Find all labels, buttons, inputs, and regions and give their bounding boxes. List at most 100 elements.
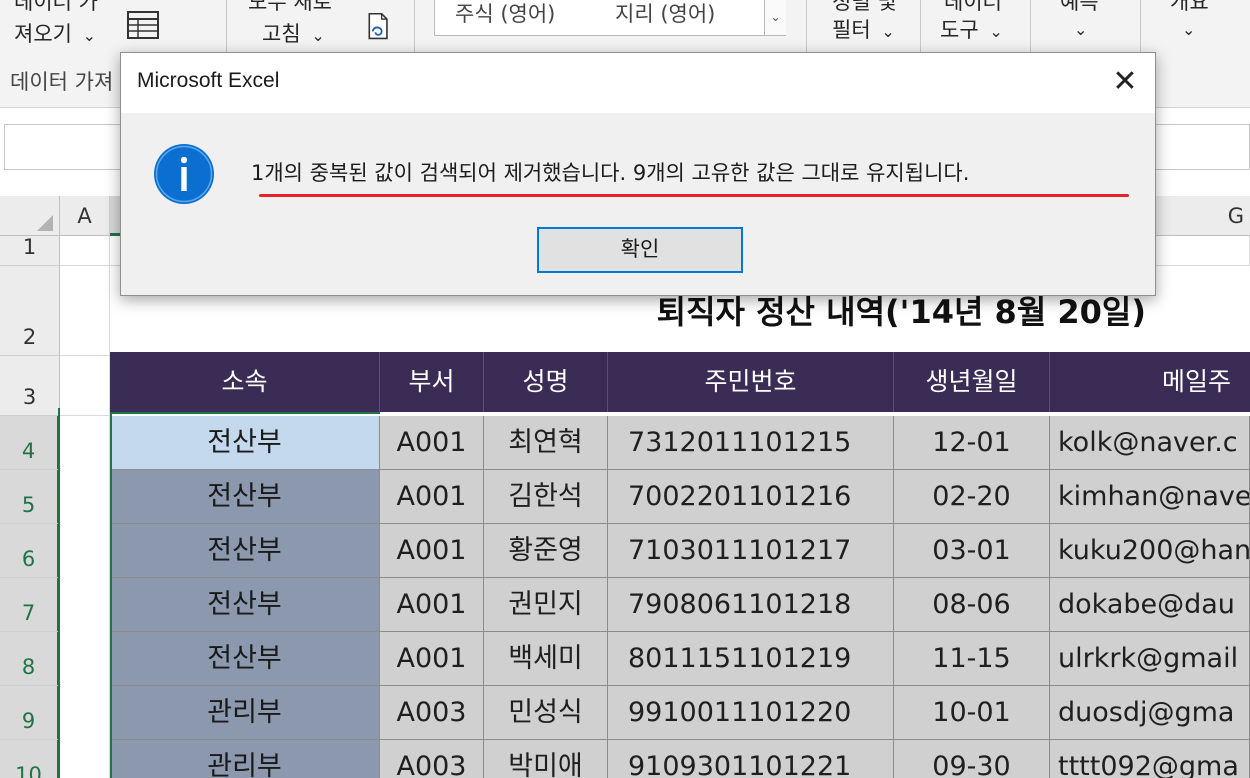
cell-birth-date[interactable]: 08-06 bbox=[894, 578, 1050, 632]
cell-affiliation[interactable]: 전산부 bbox=[110, 416, 380, 470]
cell-email[interactable]: kimhan@nave bbox=[1050, 470, 1250, 524]
sort-filter-button[interactable]: 필터 ⌄ bbox=[832, 18, 895, 44]
ribbon-divider bbox=[414, 0, 415, 58]
chevron-down-icon: ⌄ bbox=[989, 22, 1003, 41]
cell-name[interactable]: 최연혁 bbox=[484, 416, 608, 470]
cell-resident-number[interactable]: 8011151101219 bbox=[608, 632, 894, 686]
cell-resident-number[interactable]: 7002201101216 bbox=[608, 470, 894, 524]
select-all-triangle-icon bbox=[37, 215, 53, 231]
outline-label[interactable]: 개요 bbox=[1170, 0, 1209, 14]
data-tools-label-line1[interactable]: 데이터 bbox=[944, 0, 1002, 14]
row-header-8[interactable]: 8 bbox=[0, 632, 60, 686]
name-box[interactable] bbox=[4, 124, 124, 170]
cell-email[interactable]: kolk@naver.c bbox=[1050, 416, 1250, 470]
sort-filter-label-line1[interactable]: 정렬 및 bbox=[832, 0, 897, 14]
refresh-label-line1[interactable]: 모두 새로 bbox=[248, 0, 332, 14]
cell-affiliation[interactable]: 전산부 bbox=[110, 632, 380, 686]
selection-row-indicator bbox=[58, 408, 60, 778]
row-header-2[interactable]: 2 bbox=[0, 266, 60, 356]
close-icon[interactable]: ✕ bbox=[1095, 53, 1155, 113]
cell-affiliation[interactable]: 관리부 bbox=[110, 686, 380, 740]
dialog-message: 1개의 중복된 값이 검색되어 제거했습니다. 9개의 고유한 값은 그대로 유… bbox=[251, 161, 970, 185]
cell-name[interactable]: 황준영 bbox=[484, 524, 608, 578]
ok-button[interactable]: 확인 bbox=[537, 227, 743, 273]
header-resident-number[interactable]: 주민번호 bbox=[608, 352, 894, 412]
cell-email[interactable]: ulrkrk@gmail bbox=[1050, 632, 1250, 686]
row-header-9[interactable]: 9 bbox=[0, 686, 60, 740]
stocks-data-type[interactable]: 주식 (영어) bbox=[455, 0, 555, 28]
get-data-button[interactable]: 져오기 ⌄ bbox=[14, 22, 96, 48]
data-tools-button[interactable]: 도구 ⌄ bbox=[940, 18, 1003, 44]
column-header-a[interactable]: A bbox=[60, 196, 110, 236]
ribbon-divider bbox=[226, 0, 227, 58]
row-header-1[interactable]: 1 bbox=[0, 235, 60, 266]
cell-birth-date[interactable]: 09-30 bbox=[894, 740, 1050, 778]
cell-a2[interactable] bbox=[60, 266, 110, 356]
cell-resident-number[interactable]: 9910011101220 bbox=[608, 686, 894, 740]
edit-links-icon[interactable] bbox=[362, 12, 396, 42]
sort-filter-label-line2: 필터 bbox=[832, 18, 871, 42]
cell-department[interactable]: A001 bbox=[380, 524, 484, 578]
cell-resident-number[interactable]: 9109301101221 bbox=[608, 740, 894, 778]
group-label-get-data: 데이터 가져 bbox=[10, 70, 114, 94]
highlight-underline bbox=[259, 194, 1129, 197]
forecast-label[interactable]: 예측 bbox=[1060, 0, 1099, 14]
cell-email[interactable]: kuku200@han bbox=[1050, 524, 1250, 578]
geography-data-type[interactable]: 지리 (영어) bbox=[615, 0, 715, 28]
cell-birth-date[interactable]: 11-15 bbox=[894, 632, 1050, 686]
cell-email[interactable]: dokabe@dau bbox=[1050, 578, 1250, 632]
cell-department[interactable]: A003 bbox=[380, 740, 484, 778]
refresh-label-line2: 고침 bbox=[262, 22, 301, 46]
cell-affiliation[interactable]: 전산부 bbox=[110, 578, 380, 632]
cell-affiliation[interactable]: 전산부 bbox=[110, 470, 380, 524]
header-birth-date[interactable]: 생년월일 bbox=[894, 352, 1050, 412]
row-header-5[interactable]: 5 bbox=[0, 470, 60, 524]
header-name[interactable]: 성명 bbox=[484, 352, 608, 412]
cell-email[interactable]: duosdj@gma bbox=[1050, 686, 1250, 740]
cell-name[interactable]: 권민지 bbox=[484, 578, 608, 632]
header-affiliation[interactable]: 소속 bbox=[110, 352, 380, 412]
cell-affiliation[interactable]: 전산부 bbox=[110, 524, 380, 578]
row-header-3[interactable]: 3 bbox=[0, 356, 60, 416]
cell-resident-number[interactable]: 7312011101215 bbox=[608, 416, 894, 470]
cell-birth-date[interactable]: 03-01 bbox=[894, 524, 1050, 578]
table-icon[interactable] bbox=[126, 10, 160, 40]
header-email[interactable]: 메일주 bbox=[1050, 352, 1250, 412]
refresh-all-button[interactable]: 고침 ⌄ bbox=[262, 22, 325, 48]
row-header-7[interactable]: 7 bbox=[0, 578, 60, 632]
header-department[interactable]: 부서 bbox=[380, 352, 484, 412]
gallery-more-icon[interactable]: ⌄ bbox=[764, 0, 786, 35]
cell-birth-date[interactable]: 10-01 bbox=[894, 686, 1050, 740]
data-types-gallery[interactable]: 주식 (영어) 지리 (영어) ⌄ bbox=[434, 0, 786, 36]
cell-resident-number[interactable]: 7908061101218 bbox=[608, 578, 894, 632]
cell-resident-number[interactable]: 7103011101217 bbox=[608, 524, 894, 578]
chevron-down-icon[interactable]: ⌄ bbox=[1074, 18, 1087, 42]
select-all-button[interactable] bbox=[0, 196, 60, 236]
cell-name[interactable]: 백세미 bbox=[484, 632, 608, 686]
cell-name[interactable]: 민성식 bbox=[484, 686, 608, 740]
dialog-titlebar[interactable]: Microsoft Excel ✕ bbox=[121, 53, 1155, 113]
cell-a3[interactable] bbox=[60, 356, 110, 416]
ribbon-divider bbox=[1030, 0, 1031, 58]
chevron-down-icon: ⌄ bbox=[311, 26, 325, 45]
cell-department[interactable]: A001 bbox=[380, 578, 484, 632]
cell-name[interactable]: 박미애 bbox=[484, 740, 608, 778]
row-header-4[interactable]: 4 bbox=[0, 416, 60, 470]
cell-name[interactable]: 김한석 bbox=[484, 470, 608, 524]
get-data-label-line1[interactable]: 데이터 가 bbox=[14, 0, 98, 14]
cell-department[interactable]: A003 bbox=[380, 686, 484, 740]
chevron-down-icon[interactable]: ⌄ bbox=[1182, 18, 1195, 42]
chevron-down-icon: ⌄ bbox=[82, 26, 97, 45]
column-a-cells[interactable] bbox=[60, 416, 110, 778]
row-header-10[interactable]: 10 bbox=[0, 740, 60, 778]
cell-department[interactable]: A001 bbox=[380, 416, 484, 470]
cell-a1[interactable] bbox=[60, 236, 110, 266]
cell-affiliation[interactable]: 관리부 bbox=[110, 740, 380, 778]
chevron-down-icon: ⌄ bbox=[881, 22, 895, 41]
cell-department[interactable]: A001 bbox=[380, 470, 484, 524]
cell-birth-date[interactable]: 02-20 bbox=[894, 470, 1050, 524]
row-header-6[interactable]: 6 bbox=[0, 524, 60, 578]
cell-birth-date[interactable]: 12-01 bbox=[894, 416, 1050, 470]
cell-email[interactable]: tttt092@gma bbox=[1050, 740, 1250, 778]
cell-department[interactable]: A001 bbox=[380, 632, 484, 686]
